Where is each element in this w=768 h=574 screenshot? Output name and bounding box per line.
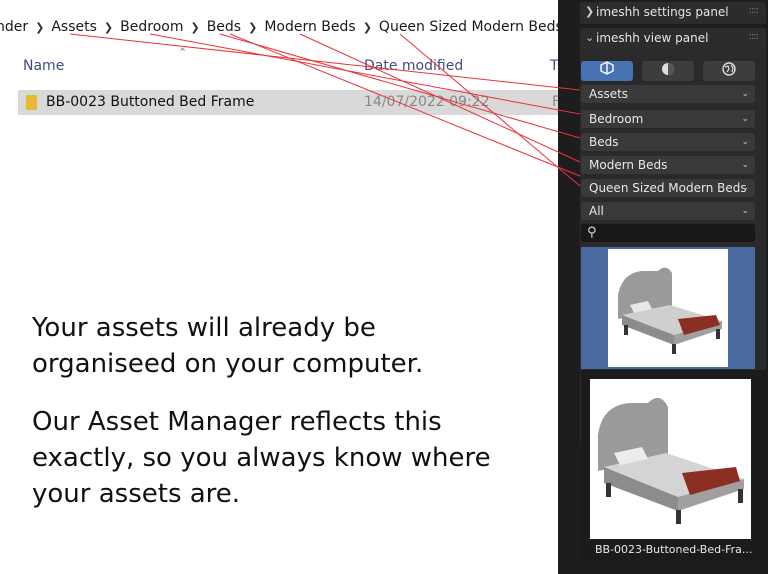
dropdown-label: Bedroom [589, 112, 644, 126]
material-tab-button[interactable] [642, 61, 694, 81]
model-icon [600, 61, 614, 75]
material-icon [662, 63, 674, 75]
chevron-down-icon: ⌄ [741, 160, 749, 170]
chevron-right-icon: ❯ [190, 20, 200, 34]
breadcrumb-item-beds[interactable]: Beds [207, 19, 241, 35]
drag-handle-icon[interactable]: :::: [749, 5, 760, 16]
breadcrumb-item-bedroom[interactable]: Bedroom [120, 19, 183, 35]
dropdown-label: Beds [589, 135, 619, 149]
asset-thumbnail[interactable]: BB-0023-Buttoned-Bed-Fra... [581, 370, 767, 560]
breadcrumb: nder ❯ Assets ❯ Bedroom ❯ Beds ❯ Modern … [0, 10, 569, 44]
bed-preview-image [608, 249, 728, 367]
promo-message: Your assets will already be organiseed o… [32, 310, 512, 534]
category-dropdown-3[interactable]: Beds ⌄ [581, 133, 755, 151]
breadcrumb-item-assets[interactable]: Assets [51, 19, 97, 35]
chevron-right-icon: ❯ [248, 20, 258, 34]
bed-preview-image [590, 379, 751, 539]
settings-panel-header[interactable]: ❯ imeshh settings panel :::: [580, 2, 766, 24]
dropdown-label: Modern Beds [589, 158, 668, 172]
category-dropdown-2[interactable]: Bedroom ⌄ [581, 110, 755, 128]
chevron-right-icon: ❯ [35, 20, 45, 34]
settings-panel-title: imeshh settings panel [596, 5, 729, 19]
search-icon: ⚲ [587, 225, 597, 240]
search-input[interactable]: ⚲ [581, 224, 755, 242]
chevron-down-icon: ⌄ [741, 114, 749, 124]
asset-thumbnail-selected[interactable] [581, 247, 755, 369]
category-dropdown-4[interactable]: Modern Beds ⌄ [581, 156, 755, 174]
file-row[interactable]: BB-0023 Buttoned Bed Frame 14/07/2022 09… [18, 90, 560, 115]
world-icon [722, 62, 736, 76]
asset-caption: BB-0023-Buttoned-Bed-Fra... [595, 543, 753, 556]
chevron-down-icon: ⌄ [741, 183, 749, 193]
chevron-right-icon: ❯ [362, 20, 372, 34]
chevron-down-icon: ⌄ [741, 137, 749, 147]
chevron-down-icon: ⌄ [741, 206, 749, 216]
chevron-right-icon: ❯ [585, 5, 595, 18]
drag-handle-icon[interactable]: :::: [749, 31, 760, 42]
dropdown-label: All [589, 204, 604, 218]
breadcrumb-item[interactable]: nder [0, 19, 28, 35]
promo-line-2: Our Asset Manager reflects this exactly,… [32, 407, 491, 509]
chevron-right-icon: ❯ [103, 20, 114, 34]
dropdown-label: Assets [589, 87, 629, 101]
model-tab-button[interactable] [581, 61, 633, 81]
chevron-down-icon: ⌄ [741, 89, 749, 99]
promo-line-1: Your assets will already be organiseed o… [32, 313, 424, 379]
breadcrumb-item-modern-beds[interactable]: Modern Beds [264, 19, 355, 35]
view-panel-title: imeshh view panel [596, 31, 709, 45]
file-date: 14/07/2022 09:22 [364, 94, 490, 110]
chevron-down-icon: ⌄ [585, 31, 595, 44]
file-name: BB-0023 Buttoned Bed Frame [46, 94, 255, 110]
column-header-name[interactable]: Name [23, 58, 64, 74]
world-tab-button[interactable] [703, 61, 755, 81]
filter-dropdown[interactable]: All ⌄ [581, 202, 755, 220]
category-dropdown-1[interactable]: Assets ⌄ [581, 85, 755, 103]
blender-sidebar-panel: ❯ imeshh settings panel :::: ⌄ imeshh vi… [558, 0, 768, 574]
breadcrumb-item-queen-sized[interactable]: Queen Sized Modern Beds [379, 19, 563, 35]
view-panel-header[interactable]: ⌄ imeshh view panel :::: [580, 28, 766, 50]
category-dropdown-5[interactable]: Queen Sized Modern Beds ⌄ [581, 179, 755, 197]
dropdown-label: Queen Sized Modern Beds [589, 181, 747, 195]
sort-up-icon: ⌃ [178, 46, 188, 59]
folder-icon [26, 95, 37, 110]
file-explorer: nder ❯ Assets ❯ Bedroom ❯ Beds ❯ Modern … [0, 0, 563, 574]
column-header-date[interactable]: Date modified [364, 58, 463, 74]
